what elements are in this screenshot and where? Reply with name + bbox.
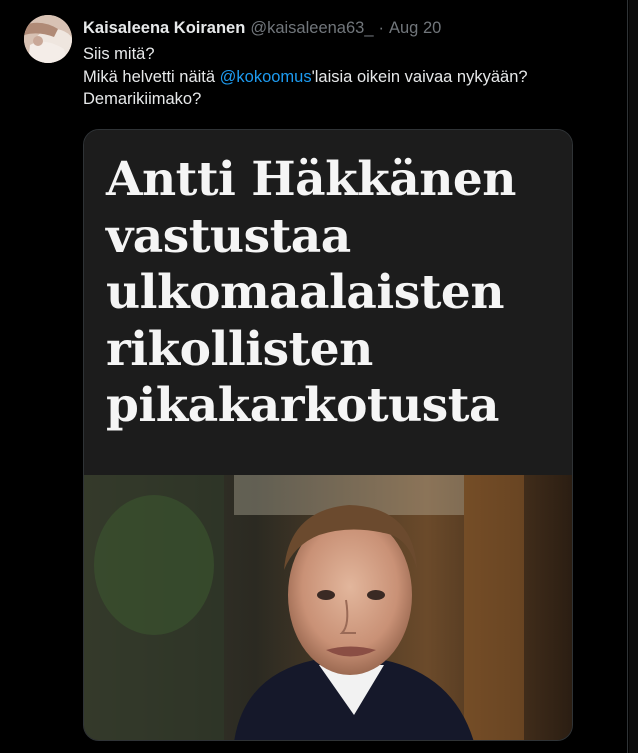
headline-line: Antti Häkkänen <box>106 152 516 207</box>
portrait-photo-icon <box>84 475 572 740</box>
tweet-text-line: Demarikiimako? <box>83 90 202 108</box>
media-headline: Antti Häkkänen vastustaa ulkomaalaisten … <box>106 152 566 435</box>
author-avatar[interactable] <box>24 15 72 63</box>
tweet-media[interactable]: Antti Häkkänen vastustaa ulkomaalaisten … <box>83 129 573 741</box>
headline-line: pikakarkotusta <box>106 378 499 433</box>
author-display-name[interactable]: Kaisaleena Koiranen <box>83 19 245 38</box>
author-handle[interactable]: @kaisaleena63_ <box>250 19 373 38</box>
tweet-text-fragment: Mikä helvetti näitä <box>83 67 220 86</box>
headline-line: rikollisten <box>106 321 373 377</box>
tweet-text: Siis mitä? Mikä helvetti näitä @kokoomus… <box>83 43 613 111</box>
scrollbar-track[interactable] <box>629 0 638 753</box>
tweet-text-fragment: 'laisia oikein vaivaa nykyään? <box>311 67 528 86</box>
header-separator: · <box>378 18 385 37</box>
media-headline-area: Antti Häkkänen vastustaa ulkomaalaisten … <box>84 130 572 475</box>
tweet[interactable]: Kaisaleena Koiranen @kaisaleena63_ · Aug… <box>0 0 628 753</box>
tweet-timestamp[interactable]: Aug 20 <box>389 19 441 38</box>
headline-line: ulkomaalaisten <box>106 265 505 320</box>
tweet-text-line: Siis mitä? <box>83 45 155 63</box>
tweet-header: Kaisaleena Koiranen @kaisaleena63_ · Aug… <box>83 17 441 39</box>
tweet-text-line: Mikä helvetti näitä @kokoomus'laisia oik… <box>83 66 613 89</box>
headline-line: vastustaa <box>106 208 351 264</box>
avatar-image-icon <box>24 15 72 63</box>
mention-link[interactable]: @kokoomus <box>220 68 312 86</box>
media-photo <box>84 475 572 740</box>
